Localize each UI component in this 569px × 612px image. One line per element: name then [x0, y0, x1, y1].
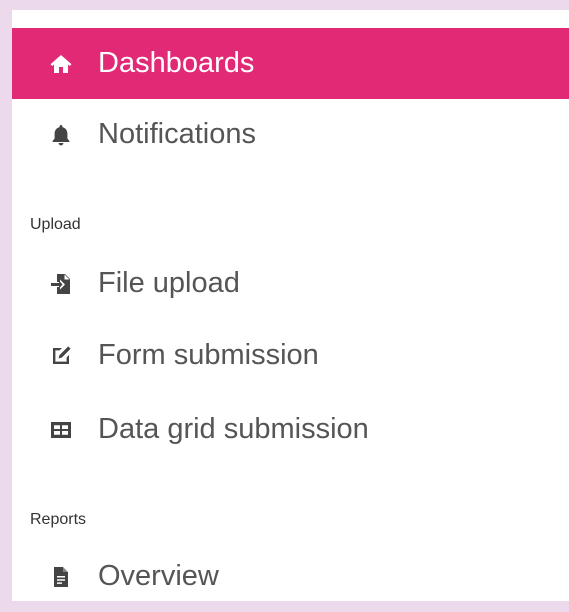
sidebar-nav: Dashboards Notifications Upload File upl… — [12, 10, 569, 601]
edit-icon — [46, 341, 76, 371]
bell-icon — [46, 120, 76, 150]
table-icon — [46, 415, 76, 445]
sidebar-item-file-upload[interactable]: File upload — [12, 248, 569, 319]
sidebar-item-label: File upload — [98, 267, 240, 299]
sidebar-item-label: Notifications — [98, 118, 256, 150]
sidebar-item-dashboards[interactable]: Dashboards — [12, 28, 569, 99]
sidebar-item-overview[interactable]: Overview — [12, 541, 569, 612]
home-icon — [46, 49, 76, 79]
sidebar-item-label: Overview — [98, 560, 219, 592]
sidebar-item-label: Dashboards — [98, 47, 255, 79]
file-document-icon — [46, 562, 76, 592]
sidebar-item-label: Data grid submission — [98, 413, 369, 445]
section-header-reports: Reports — [30, 511, 87, 528]
section-header-upload: Upload — [30, 216, 81, 233]
file-import-icon — [46, 269, 76, 299]
sidebar-item-form-submission[interactable]: Form submission — [12, 320, 569, 391]
sidebar-item-label: Form submission — [98, 339, 319, 371]
sidebar-item-notifications[interactable]: Notifications — [12, 99, 569, 170]
sidebar-item-data-grid-submission[interactable]: Data grid submission — [12, 394, 569, 465]
